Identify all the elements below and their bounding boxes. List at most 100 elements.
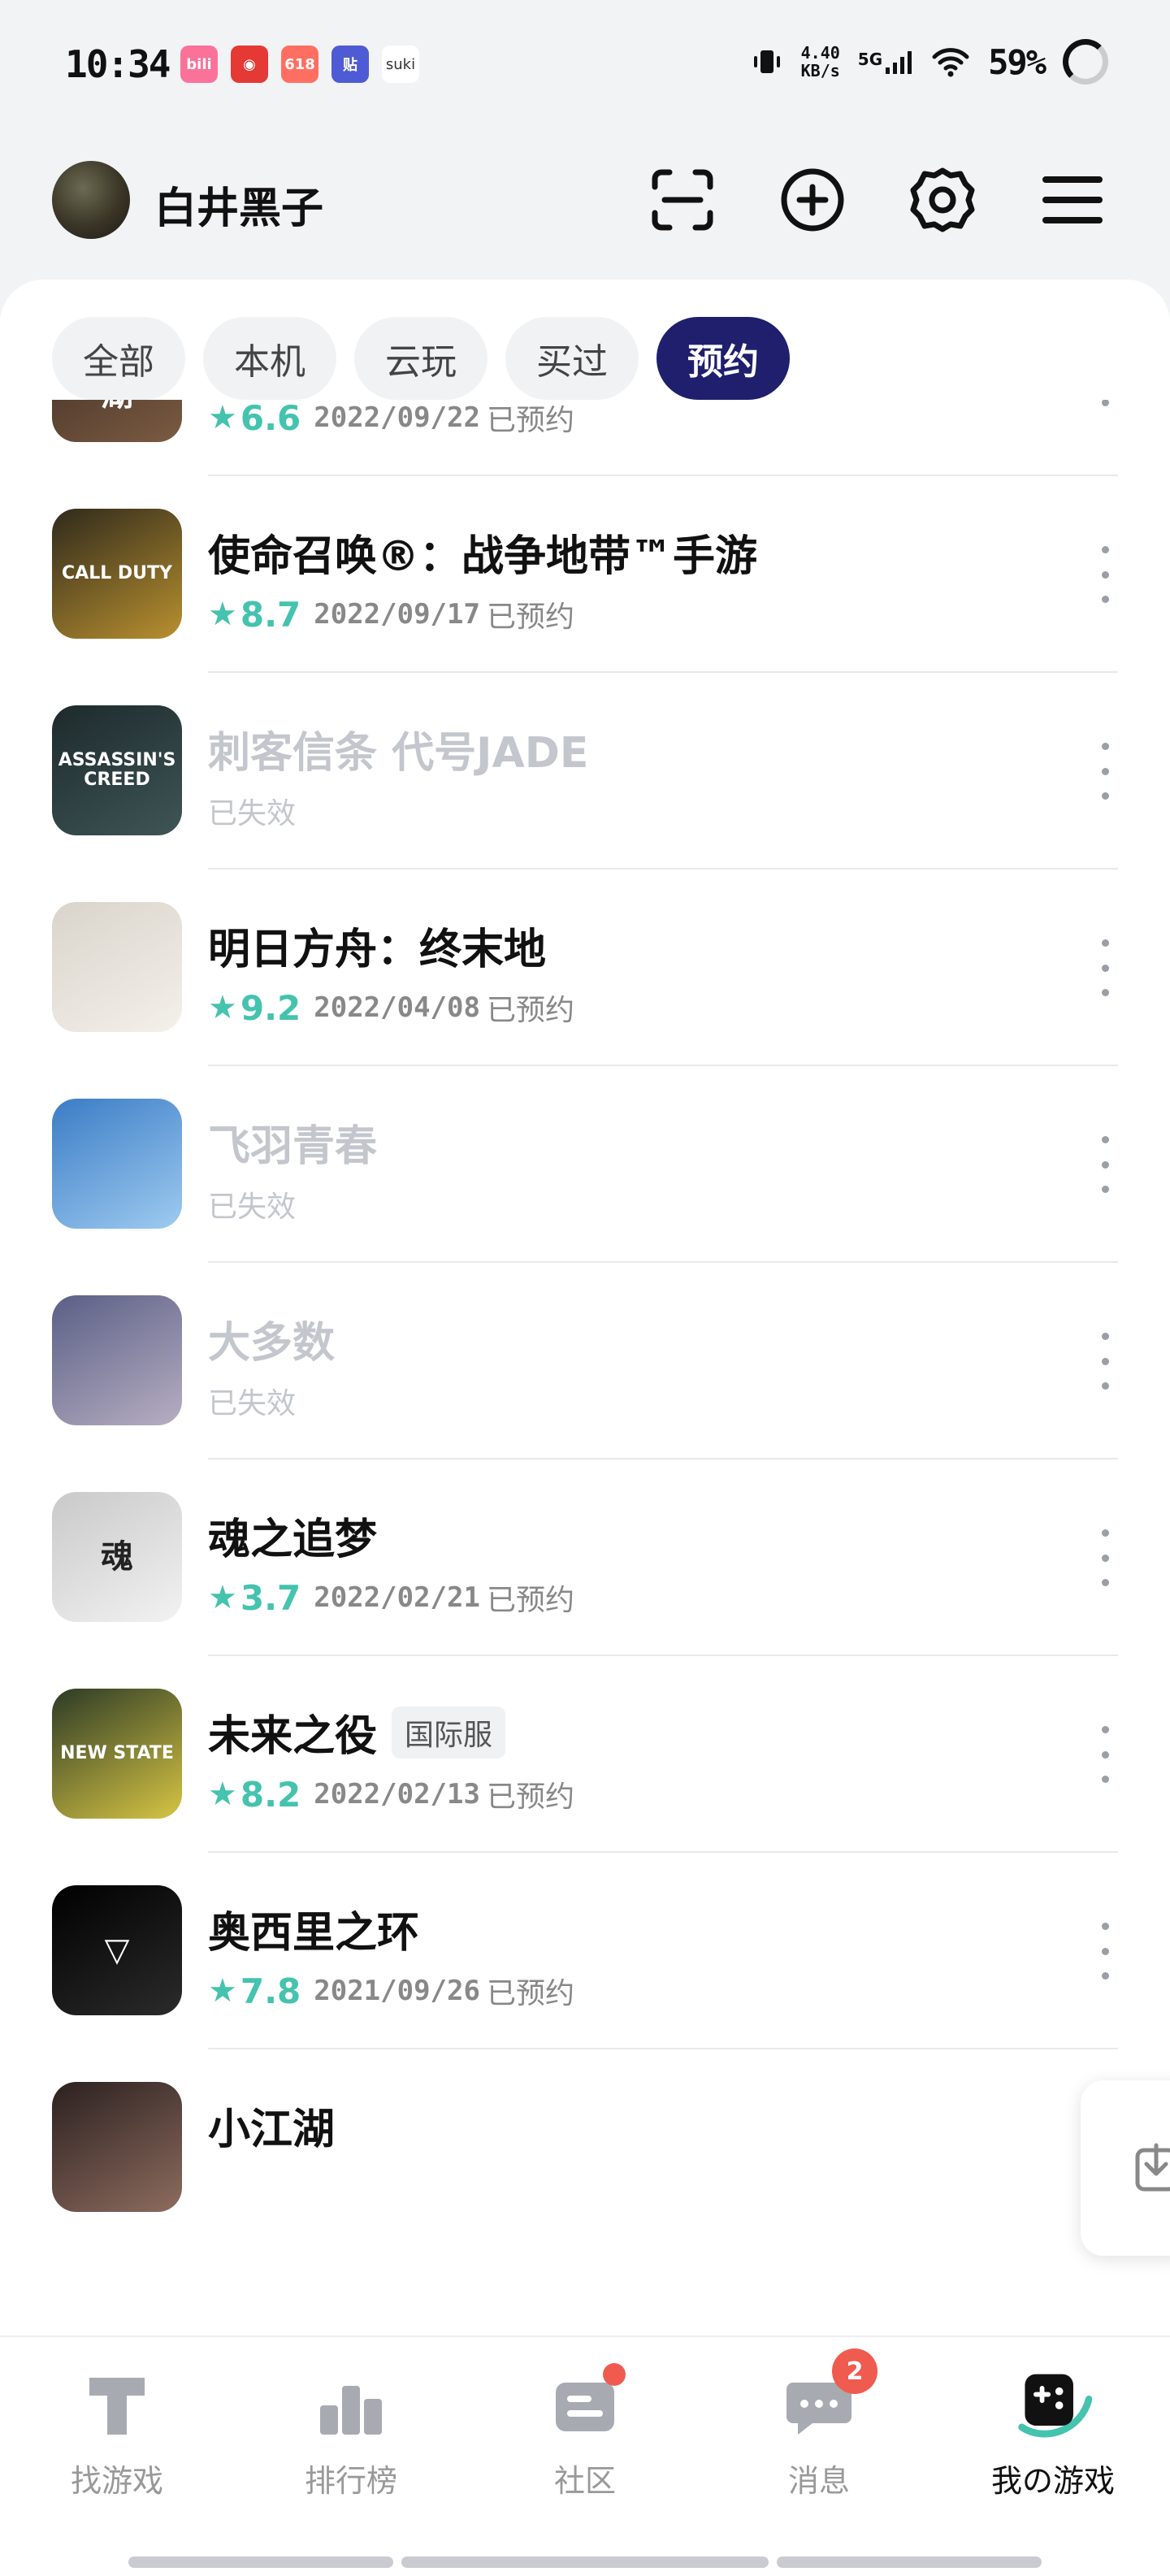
- nav-label: 消息: [787, 2463, 850, 2499]
- community-dot-badge: [603, 2363, 626, 2386]
- game-icon-logo-text: NEW STATE: [60, 1742, 174, 1763]
- battery-level: 59%: [988, 41, 1046, 82]
- system-indicators: 4.40 KB/s 5G 59%: [751, 39, 1108, 85]
- game-icon: NEW STATE: [52, 1689, 182, 1819]
- game-title: 未来之役: [208, 1712, 378, 1761]
- reserve-status: 已预约: [486, 601, 574, 634]
- star-icon: ★: [208, 596, 237, 633]
- game-icon: [52, 1099, 182, 1229]
- game-icon-logo-text: 魂: [101, 1538, 133, 1576]
- game-title-line: 大多数: [208, 1308, 335, 1369]
- game-icon: [52, 1295, 182, 1425]
- game-list-item[interactable]: ASSASSIN'S CREED 刺客信条 代号JADE 已失效: [0, 673, 1170, 870]
- network-speed-unit: KB/s: [800, 61, 840, 80]
- rankings-icon: [312, 2366, 390, 2444]
- game-list-item[interactable]: ▽ 奥西里之环 ★ 7.8 2021/09/26 已预约: [0, 1853, 1170, 2049]
- bilibili-app-icon: bili: [180, 46, 218, 83]
- settings-button[interactable]: [905, 163, 980, 237]
- wifi-icon: [932, 48, 969, 77]
- reserve-status: 已预约: [486, 994, 574, 1027]
- more-options-icon[interactable]: [1089, 546, 1121, 603]
- nav-label: 社区: [553, 2463, 616, 2499]
- shop-app-icon: 618: [281, 46, 318, 83]
- game-list-item[interactable]: 大多数 已失效: [0, 1263, 1170, 1459]
- game-title: 明日方舟：终末地: [208, 926, 547, 974]
- nav-community[interactable]: 社区: [496, 2363, 674, 2513]
- filter-tabs: 全部 本机 云玩 买过 预约: [52, 317, 790, 400]
- clock: 10:34: [65, 42, 171, 86]
- game-icon: [52, 2082, 182, 2212]
- reserve-status: 已预约: [486, 1780, 574, 1814]
- battery-ring-icon: [1063, 39, 1108, 85]
- reserve-date: 2022/02/21: [314, 1581, 480, 1614]
- tab-filter[interactable]: 预约: [656, 317, 790, 400]
- suki-app-icon: suki: [382, 46, 419, 83]
- username[interactable]: 白井黑子: [154, 174, 323, 235]
- download-icon: [1135, 2143, 1170, 2192]
- signal-bars-icon: [886, 51, 912, 74]
- game-rating: 9.2: [240, 987, 301, 1028]
- game-meta: ★ 3.7 2022/02/21 已预约: [208, 1576, 574, 1619]
- more-options-icon[interactable]: [1089, 939, 1121, 996]
- game-list-item[interactable]: NEW STATE 未来之役 国际服 ★ 8.2 2022/02/13 已预约: [0, 1656, 1170, 1853]
- game-title-line: 小江湖: [208, 2095, 335, 2156]
- download-float-button[interactable]: [1081, 2080, 1170, 2256]
- more-options-icon[interactable]: [1089, 743, 1121, 800]
- game-meta: 已失效: [208, 790, 296, 832]
- scan-button[interactable]: [645, 163, 720, 237]
- more-options-icon[interactable]: [1089, 1333, 1121, 1390]
- find-games-icon: [78, 2366, 156, 2444]
- game-title-line: 飞羽青春: [208, 1112, 377, 1173]
- add-button[interactable]: [775, 163, 850, 237]
- game-meta: ★ 7.8 2021/09/26 已预约: [208, 1970, 574, 2012]
- game-title-line: 未来之役 国际服: [208, 1702, 506, 1763]
- tab-filter[interactable]: 本机: [203, 317, 336, 400]
- game-meta: ★ 8.2 2022/02/13 已预约: [208, 1773, 574, 1815]
- community-icon: [546, 2363, 626, 2444]
- nav-label: 找游戏: [70, 2463, 163, 2499]
- game-title: 使命召唤®：战争地带™手游: [208, 532, 758, 581]
- game-icon-logo-text: ▽: [104, 1932, 130, 1969]
- games-sheet: 全部本机云玩买过预约 模拟江湖模拟江湖★6.62022/09/22已预约CALL…: [0, 280, 1170, 2335]
- game-rating: 6.6: [240, 397, 301, 438]
- star-icon: ★: [208, 1972, 237, 2010]
- game-list-item[interactable]: 明日方舟：终末地 ★ 9.2 2022/04/08 已预约: [0, 870, 1170, 1066]
- scan-icon: [652, 169, 713, 231]
- game-icon: [52, 902, 182, 1032]
- menu-button[interactable]: [1035, 163, 1110, 237]
- network-type: 5G: [857, 50, 883, 69]
- game-title: 魂之追梦: [208, 1516, 378, 1564]
- nav-rankings[interactable]: 排行榜: [262, 2366, 440, 2513]
- game-meta: 已失效: [208, 1183, 296, 1225]
- game-icon-logo-text: ASSASSIN'S CREED: [58, 749, 176, 790]
- reserve-date: 2022/04/08: [314, 991, 480, 1024]
- game-icon: 魂: [52, 1492, 182, 1622]
- game-title-line: 魂之追梦: [208, 1505, 377, 1566]
- nav-my-games[interactable]: 我の游戏: [964, 2366, 1142, 2513]
- reserve-date: 2022/09/22: [314, 401, 480, 434]
- star-icon: ★: [208, 399, 237, 436]
- more-options-icon[interactable]: [1089, 1529, 1121, 1586]
- game-list-item[interactable]: 魂 魂之追梦 ★ 3.7 2022/02/21 已预约: [0, 1459, 1170, 1656]
- reserve-status: 已失效: [208, 797, 297, 830]
- profile-header: 白井黑子: [0, 154, 1170, 252]
- nav-messages[interactable]: 2 消息: [730, 2348, 908, 2513]
- notification-icons: bili ◉ 618 贴 suki: [180, 46, 419, 83]
- game-list-item[interactable]: CALL DUTY 使命召唤®：战争地带™手游 ★ 8.7 2022/09/17 已预约: [0, 476, 1170, 673]
- game-list-item[interactable]: 小江湖: [0, 2049, 1170, 2246]
- tab-filter[interactable]: 买过: [505, 317, 639, 400]
- add-circle-icon: [781, 168, 844, 232]
- more-options-icon[interactable]: [1089, 1136, 1121, 1193]
- more-options-icon[interactable]: [1089, 1923, 1121, 1980]
- avatar[interactable]: [52, 161, 130, 239]
- my-games-icon: [1014, 2366, 1092, 2444]
- messages-count-badge: 2: [832, 2348, 878, 2394]
- reserve-status: 已失效: [208, 1190, 297, 1224]
- tab-filter[interactable]: 全部: [52, 317, 185, 400]
- tab-filter[interactable]: 云玩: [354, 317, 488, 400]
- nav-find-games[interactable]: 找游戏: [28, 2366, 206, 2513]
- more-options-icon[interactable]: [1089, 1726, 1121, 1783]
- game-title: 奥西里之环: [208, 1909, 420, 1958]
- reserve-status: 已预约: [486, 1977, 574, 2010]
- game-list-item[interactable]: 飞羽青春 已失效: [0, 1066, 1170, 1263]
